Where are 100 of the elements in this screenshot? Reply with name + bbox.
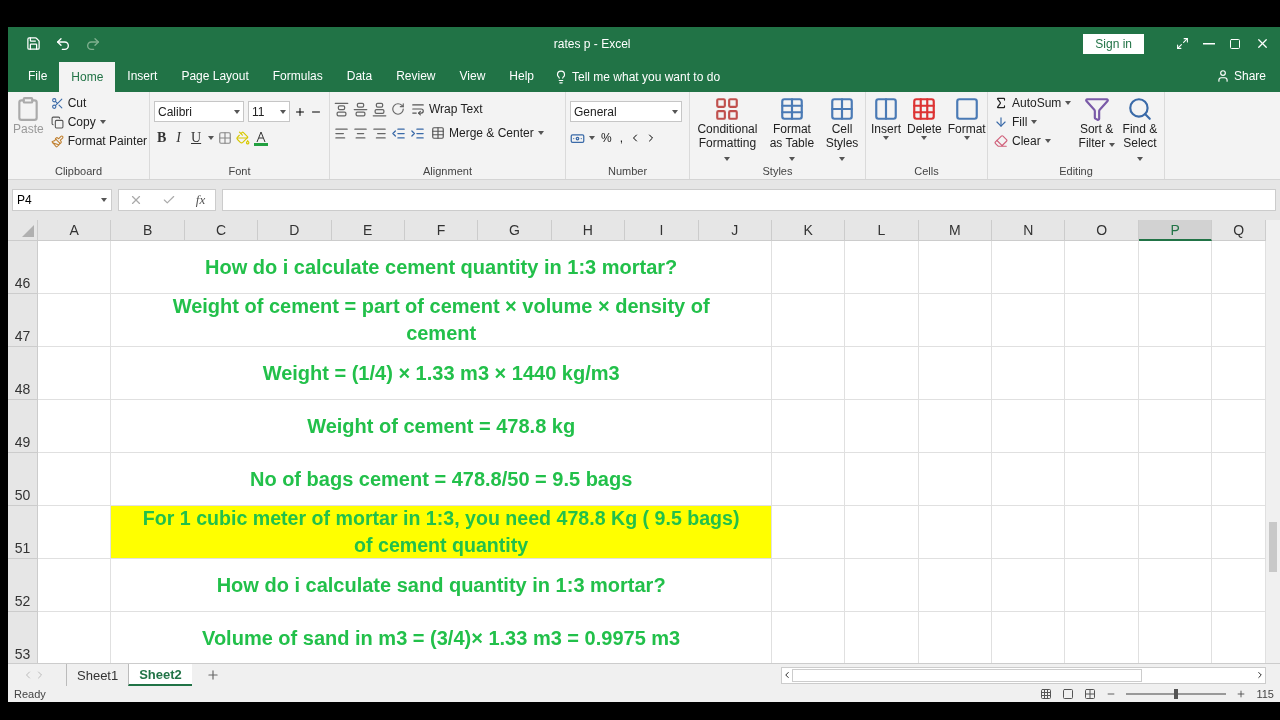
column-header[interactable]: H (551, 220, 626, 241)
caret-icon (208, 136, 215, 140)
cell-grid-icon (829, 96, 855, 122)
select-all-corner[interactable] (8, 220, 38, 241)
column-header[interactable]: M (918, 220, 993, 241)
column-header[interactable]: Q (1212, 220, 1266, 241)
bottom-align-icon (372, 101, 387, 117)
format-painter-button[interactable]: Format Painter (48, 133, 150, 149)
vertical-scrollbar[interactable] (1266, 220, 1280, 663)
ribbon-tab[interactable]: View (447, 62, 498, 90)
column-header[interactable]: L (845, 220, 919, 241)
column-header[interactable]: C (184, 220, 259, 241)
italic-button[interactable]: I (173, 130, 184, 146)
formula-input-field[interactable] (222, 189, 1276, 211)
align-left-icon (334, 125, 349, 141)
caret-icon (1031, 120, 1038, 124)
column-header[interactable]: N (992, 220, 1066, 241)
bold-button[interactable]: B (154, 130, 170, 146)
cells-button[interactable]: Insert (870, 95, 902, 164)
caret-icon (234, 109, 240, 114)
sheet-tab[interactable]: Sheet2 (128, 664, 192, 686)
merged-cell: No of bags cement = 478.8/50 = 9.5 bags (111, 453, 772, 506)
page-break-icon (1084, 688, 1097, 700)
column-header[interactable]: K (771, 220, 846, 241)
merged-cell: How do i calculate cement quantity in 1:3 mortar? (111, 241, 772, 294)
row-header[interactable]: 47 (8, 294, 38, 347)
share-button[interactable]: Share (1209, 68, 1272, 84)
caret-icon (589, 136, 595, 140)
caret-icon (1065, 101, 1072, 105)
insert-function-button[interactable]: fx (195, 192, 206, 208)
row-header[interactable]: 49 (8, 400, 38, 453)
ribbon-tab[interactable]: Home (59, 62, 116, 92)
ribbon-tab[interactable]: File (16, 62, 60, 90)
row-header[interactable]: 52 (8, 559, 38, 612)
fill-button[interactable]: Fill (992, 114, 1074, 130)
find-select-button[interactable]: Find & Select (1119, 95, 1160, 164)
styles-button[interactable]: Format as Table (764, 95, 819, 164)
row-header[interactable]: 53 (8, 612, 38, 663)
sign-in-button[interactable]: Sign in (1083, 33, 1144, 54)
column-header[interactable]: A (38, 220, 112, 241)
row-header[interactable]: 48 (8, 347, 38, 400)
column-header[interactable]: I (625, 220, 699, 241)
redo-icon (85, 35, 101, 52)
ribbon-tab[interactable]: Review (384, 62, 448, 90)
square-icon (953, 96, 980, 122)
horizontal-scrollbar[interactable] (781, 666, 1266, 684)
column-header[interactable]: F (404, 220, 479, 241)
sort-filter-button[interactable]: Sort & Filter (1077, 95, 1116, 164)
zoom-slider-thumb[interactable] (1174, 689, 1179, 699)
close-icon (1255, 36, 1270, 51)
middle-align-icon (353, 101, 368, 117)
ribbon-tab[interactable]: Help (497, 62, 546, 90)
comma-button[interactable]: , (617, 130, 625, 146)
column-header[interactable]: P (1138, 220, 1213, 241)
tell-me-field[interactable]: Tell me what you want to do (572, 70, 721, 84)
styles-button[interactable]: Conditional Formatting (694, 95, 761, 164)
merge-center-button[interactable]: Merge & Center (429, 125, 546, 141)
wrap-text-button[interactable]: Wrap Text (409, 101, 485, 117)
name-box[interactable]: P4 (12, 189, 112, 211)
autosum-button[interactable]: AutoSum (992, 95, 1074, 111)
filter-icon (1083, 96, 1110, 122)
merged-cell: How do i calculate sand quantity in 1:3 mortar? (111, 559, 772, 612)
caret-icon (99, 120, 106, 124)
copy-icon (50, 115, 64, 129)
column-header[interactable]: B (111, 220, 185, 241)
underline-button[interactable]: U (188, 130, 205, 146)
column-header[interactable]: O (1065, 220, 1139, 241)
caret-icon (280, 109, 286, 114)
caret-icon (672, 109, 678, 114)
caret-icon (963, 136, 970, 140)
ribbon-tab[interactable]: Data (334, 62, 385, 90)
column-header[interactable]: G (478, 220, 552, 241)
column-header[interactable]: E (331, 220, 405, 241)
styles-button[interactable]: Cell Styles (823, 95, 861, 164)
font-size-select[interactable]: 11 (248, 101, 290, 122)
font-name-select[interactable]: Calibri (154, 101, 244, 122)
row-header[interactable]: 46 (8, 241, 38, 294)
copy-button[interactable]: Copy (48, 114, 150, 130)
align-right-icon (372, 125, 387, 141)
row-header[interactable]: 51 (8, 506, 38, 559)
cells-button[interactable]: Delete (906, 95, 943, 164)
group-label: Font (227, 164, 252, 179)
ribbon-tab[interactable]: Insert (115, 62, 170, 90)
percent-button[interactable]: % (599, 130, 614, 146)
number-format-select[interactable]: General (570, 101, 682, 122)
row-header[interactable]: 50 (8, 453, 38, 506)
ribbon-tab[interactable]: Formulas (260, 62, 335, 90)
column-header[interactable]: J (698, 220, 772, 241)
ribbon-tab[interactable]: Page Layout (169, 62, 261, 90)
table-grid-icon (714, 96, 741, 122)
minimize-icon (1203, 42, 1215, 45)
table-icon (778, 96, 805, 122)
search-icon (1126, 96, 1153, 122)
column-header[interactable]: D (258, 220, 332, 241)
group-label: Styles (761, 164, 794, 179)
caret-icon (537, 131, 544, 135)
cells-button[interactable]: Format (946, 95, 987, 164)
cut-button[interactable]: Cut (48, 95, 150, 111)
clear-button[interactable]: Clear (992, 133, 1074, 149)
caret-icon (1044, 139, 1051, 143)
